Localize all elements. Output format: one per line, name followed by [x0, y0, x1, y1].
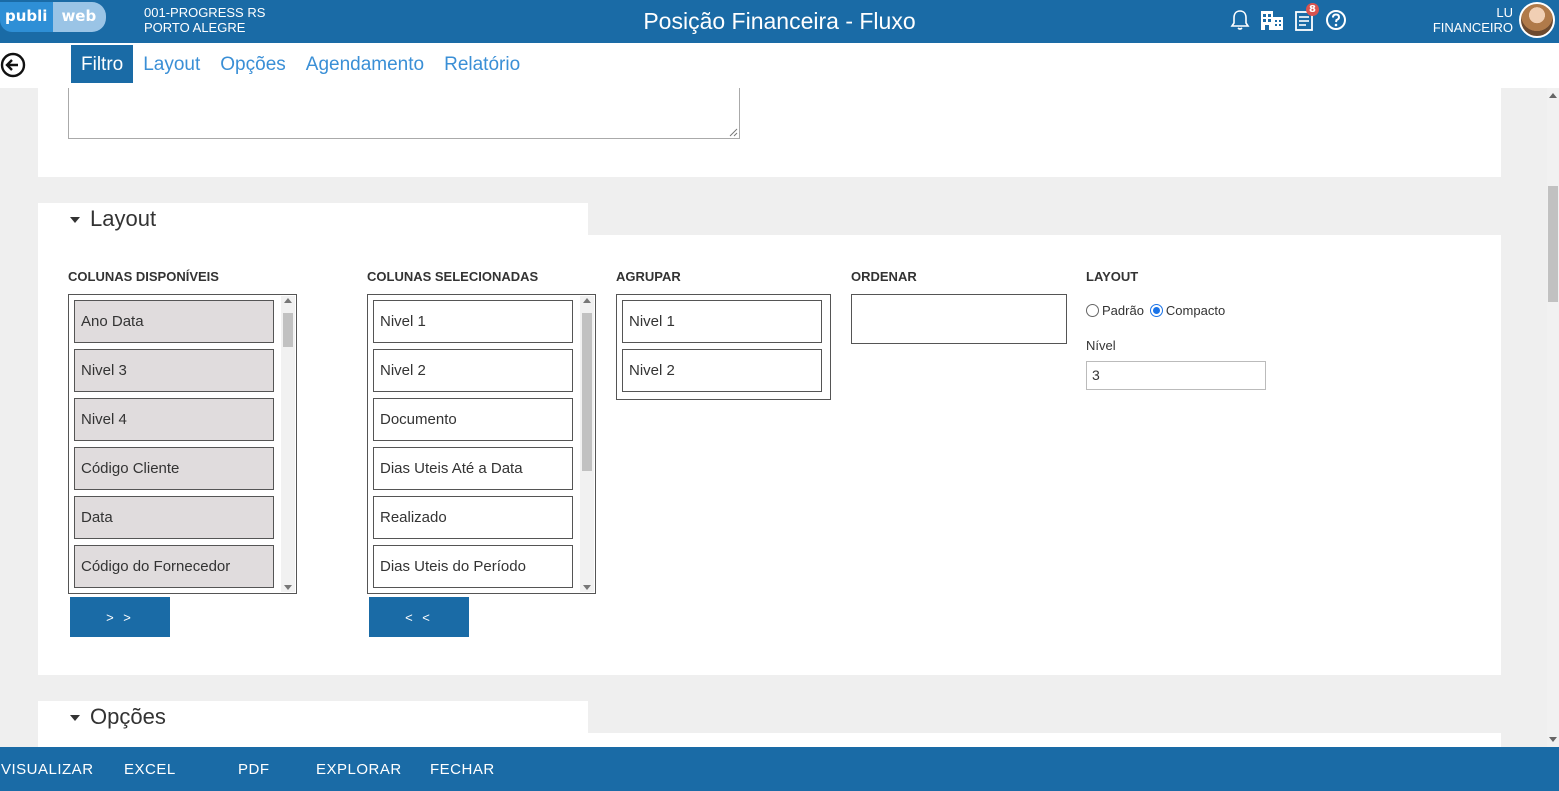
scroll-up-icon[interactable] — [284, 298, 292, 303]
remove-columns-button[interactable]: < < — [369, 597, 469, 637]
document-list-icon[interactable]: 8 — [1292, 3, 1319, 33]
available-columns-label: COLUNAS DISPONÍVEIS — [68, 269, 219, 284]
caret-down-icon — [70, 715, 80, 721]
layout-radio-group: Padrão Compacto — [1086, 303, 1225, 318]
tab-filtro[interactable]: Filtro — [71, 45, 134, 83]
list-item[interactable]: Documento — [373, 398, 573, 441]
radio-compacto-label[interactable]: Compacto — [1166, 303, 1225, 318]
tab-opcoes[interactable]: Opções — [210, 45, 295, 83]
list-item[interactable]: Nivel 1 — [373, 300, 573, 343]
selected-columns-list[interactable]: Nivel 1 Nivel 2 Documento Dias Uteis Até… — [367, 294, 596, 594]
list-scrollbar[interactable] — [281, 296, 295, 592]
group-list[interactable]: Nivel 1 Nivel 2 — [616, 294, 831, 400]
explorar-button[interactable]: EXPLORAR — [316, 761, 402, 778]
scroll-up-icon[interactable] — [1549, 93, 1557, 98]
tab-layout[interactable]: Layout — [133, 45, 210, 83]
user-name: LU — [1496, 5, 1513, 20]
order-label: ORDENAR — [851, 269, 917, 284]
back-arrow-icon[interactable] — [0, 52, 26, 78]
scroll-down-icon[interactable] — [1549, 737, 1557, 742]
list-scrollbar[interactable] — [580, 296, 594, 592]
notification-badge: 8 — [1306, 3, 1319, 16]
radio-padrao-label[interactable]: Padrão — [1102, 303, 1144, 318]
layout-section-body: COLUNAS DISPONÍVEIS COLUNAS SELECIONADAS… — [38, 235, 1501, 675]
options-section-body — [38, 733, 1501, 747]
filter-card — [38, 88, 1501, 177]
scroll-down-icon[interactable] — [284, 585, 292, 590]
list-item[interactable]: Nivel 2 — [373, 349, 573, 392]
nivel-input[interactable]: 3 — [1086, 361, 1266, 390]
footer-toolbar: VISUALIZAR EXCEL PDF EXPLORAR FECHAR — [0, 747, 1559, 791]
user-info[interactable]: LU FINANCEIRO — [1433, 5, 1513, 35]
page-scrollbar[interactable] — [1547, 88, 1559, 747]
publiweb-logo[interactable]: publi web — [0, 2, 107, 34]
scroll-thumb[interactable] — [1548, 186, 1558, 302]
header-icons: 8 — [1228, 3, 1348, 33]
list-item[interactable]: Nivel 4 — [74, 398, 274, 441]
list-item[interactable]: Código do Fornecedor — [74, 545, 274, 588]
scroll-up-icon[interactable] — [583, 298, 591, 303]
top-header: publi web 001-PROGRESS RS PORTO ALEGRE P… — [0, 0, 1559, 43]
scroll-thumb[interactable] — [283, 313, 293, 347]
tab-agendamento[interactable]: Agendamento — [296, 45, 434, 83]
list-item[interactable]: Ano Data — [74, 300, 274, 343]
company-city: PORTO ALEGRE — [144, 20, 246, 35]
scroll-down-icon[interactable] — [583, 585, 591, 590]
tab-relatorio[interactable]: Relatório — [434, 45, 530, 83]
caret-down-icon — [70, 217, 80, 223]
visualizar-button[interactable]: VISUALIZAR — [1, 761, 94, 778]
layout-section-header[interactable]: Layout — [38, 203, 588, 235]
excel-button[interactable]: EXCEL — [124, 761, 176, 778]
radio-compacto[interactable] — [1149, 304, 1163, 317]
options-section-title: Opções — [90, 704, 166, 729]
tabs: Filtro Layout Opções Agendamento Relatór… — [71, 45, 530, 83]
list-item[interactable]: Nivel 3 — [74, 349, 274, 392]
layout-section-title: Layout — [90, 206, 157, 231]
list-item[interactable]: Data — [74, 496, 274, 539]
bell-icon[interactable] — [1228, 7, 1252, 33]
company-name: 001-PROGRESS RS — [144, 5, 266, 20]
tab-bar: Filtro Layout Opções Agendamento Relatór… — [0, 43, 1559, 88]
list-item[interactable]: Nivel 1 — [622, 300, 822, 343]
resize-grip-icon[interactable] — [728, 127, 738, 137]
pdf-button[interactable]: PDF — [238, 761, 270, 778]
options-section-header[interactable]: Opções — [38, 701, 588, 733]
avatar[interactable] — [1519, 2, 1555, 38]
help-icon[interactable] — [1324, 7, 1348, 33]
scroll-thumb[interactable] — [582, 313, 592, 471]
user-role: FINANCEIRO — [1432, 20, 1513, 35]
logo-web: web — [53, 2, 107, 32]
filter-textarea[interactable] — [68, 88, 740, 139]
radio-padrao[interactable] — [1086, 304, 1099, 317]
list-item[interactable]: Realizado — [373, 496, 573, 539]
list-item[interactable]: Nivel 2 — [622, 349, 822, 392]
list-item[interactable]: Dias Uteis Até a Data — [373, 447, 573, 490]
list-item[interactable]: Código Cliente — [74, 447, 274, 490]
main-content: Layout COLUNAS DISPONÍVEIS COLUNAS SELEC… — [0, 88, 1547, 747]
layout-label: LAYOUT — [1086, 269, 1139, 284]
company-info[interactable]: 001-PROGRESS RS PORTO ALEGRE — [144, 5, 265, 35]
selected-columns-label: COLUNAS SELECIONADAS — [367, 269, 539, 284]
building-icon[interactable] — [1260, 7, 1284, 33]
list-item[interactable]: Dias Uteis do Período — [373, 545, 573, 588]
nivel-label: Nível — [1086, 338, 1116, 353]
available-columns-list[interactable]: Ano Data Nivel 3 Nivel 4 Código Cliente … — [68, 294, 297, 594]
fechar-button[interactable]: FECHAR — [430, 761, 495, 778]
order-list[interactable] — [851, 294, 1067, 344]
add-columns-button[interactable]: > > — [70, 597, 170, 637]
logo-publi: publi — [0, 2, 54, 32]
group-label: AGRUPAR — [616, 269, 681, 284]
